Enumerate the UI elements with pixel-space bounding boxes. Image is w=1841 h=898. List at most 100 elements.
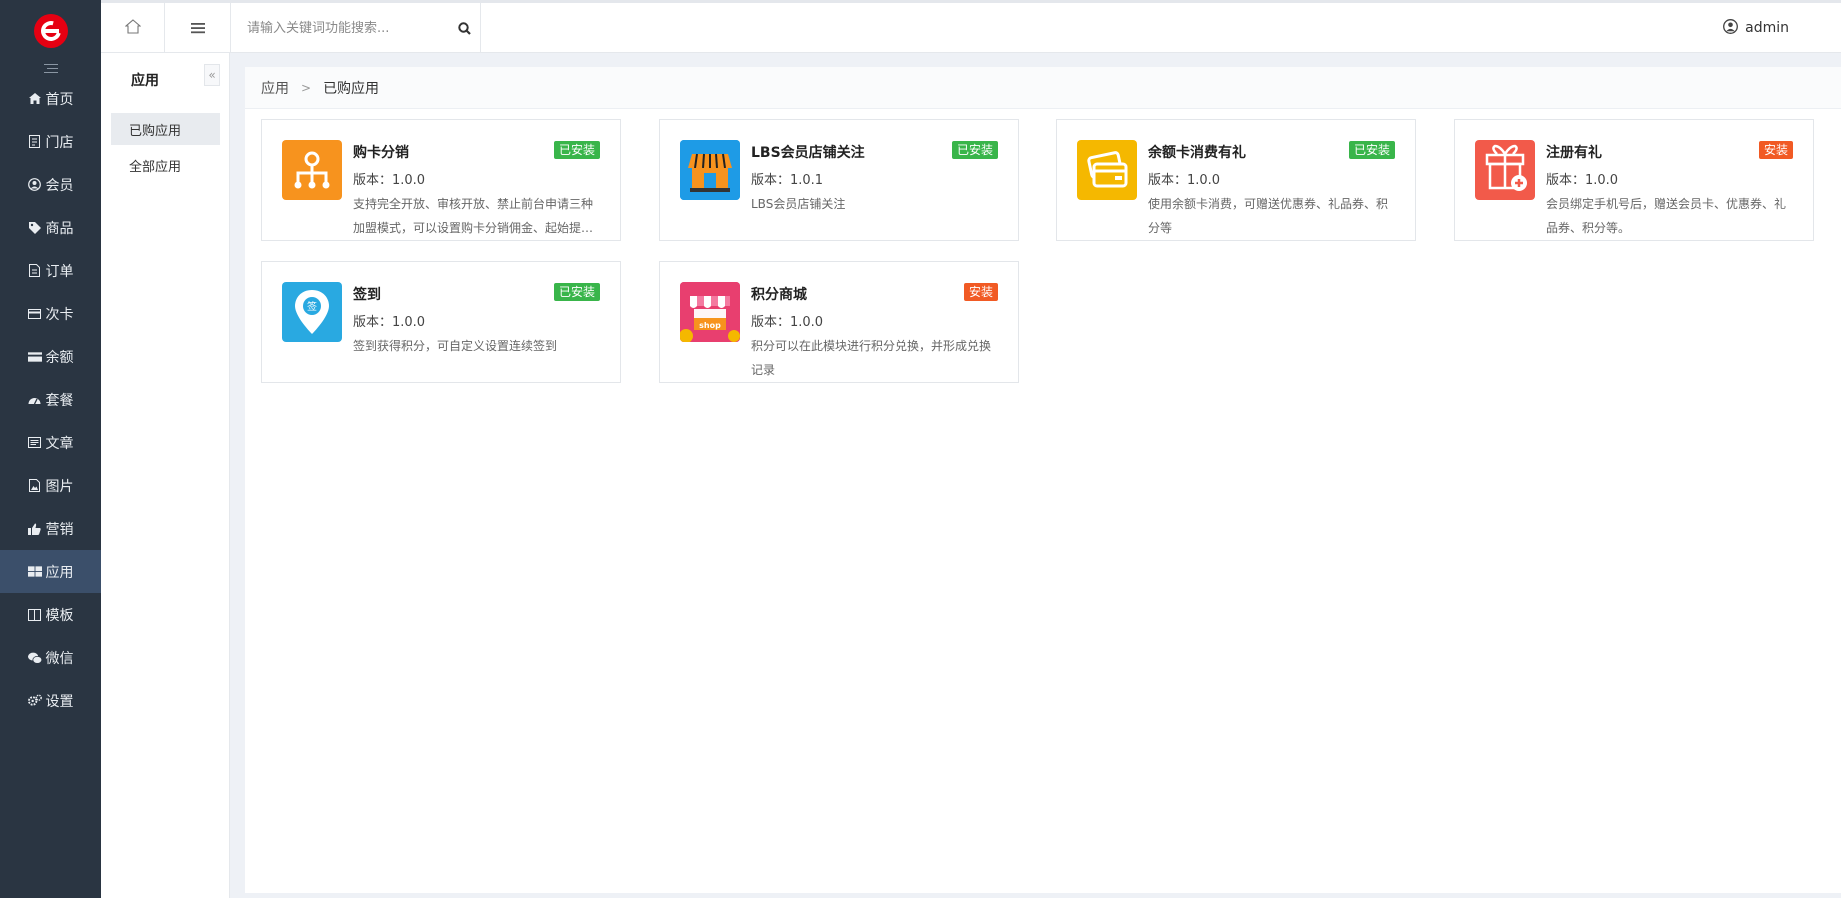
chevron-right-icon: > [301, 80, 312, 95]
sidebar-item-label: 图片 [45, 478, 74, 495]
top-header: admin [101, 0, 1841, 53]
sidebar-item-label: 文章 [45, 435, 74, 452]
thumbs-up-icon [28, 523, 42, 535]
main-sidebar: 首页 门店 会员 商品 订单 次卡 余额 套餐 文章 图片 营销 应用 模板 微… [0, 0, 101, 898]
status-badge[interactable]: 已安装 [553, 283, 600, 301]
menu-toggle-button[interactable] [165, 3, 231, 53]
app-description: 积分可以在此模块进行积分兑换，并形成兑换记录 [751, 339, 992, 377]
app-card-points-mall[interactable]: shop 积分商城 安装 版本：1.0.0 积分可以在此模块进行积分兑换，并形成… [659, 261, 1019, 383]
sidebar-item-label: 设置 [45, 693, 74, 710]
user-menu[interactable]: admin [1723, 3, 1789, 53]
wechat-icon [27, 652, 42, 664]
sidebar-item-settings[interactable]: 设置 [0, 679, 101, 722]
distribution-icon [282, 140, 342, 200]
sidebar-item-home[interactable]: 首页 [0, 77, 101, 120]
subnav-item-all-apps[interactable]: 全部应用 [111, 149, 220, 181]
app-card-register-gift[interactable]: 注册有礼 安装 版本：1.0.0 会员绑定手机号后，赠送会员卡、优惠券、礼品券、… [1454, 119, 1814, 241]
sidebar-item-order[interactable]: 订单 [0, 249, 101, 292]
shop-label: shop [699, 321, 721, 330]
app-version: 版本：1.0.1 [751, 173, 824, 188]
sidebar-item-label: 订单 [45, 263, 74, 280]
app-title: 注册有礼 [1546, 145, 1602, 161]
apps-grid-icon [27, 566, 42, 577]
sidebar-item-label: 次卡 [45, 306, 74, 323]
home-outline-icon [124, 18, 141, 38]
pin-text: 签 [307, 300, 317, 313]
app-version: 版本：1.0.0 [1148, 173, 1221, 188]
app-version: 版本：1.0.0 [1546, 173, 1619, 188]
double-chevron-left-icon: « [208, 68, 216, 82]
app-version: 版本：1.0.0 [353, 315, 426, 330]
sidebar-item-balance[interactable]: 余额 [0, 335, 101, 378]
sidebar-item-label: 套餐 [45, 392, 74, 409]
breadcrumb-current: 已购应用 [323, 80, 380, 97]
app-card-distribution[interactable]: 购卡分销 已安装 版本：1.0.0 支持完全开放、审核开放、禁止前台申请三种加盟… [261, 119, 621, 241]
sidebar-toggle-icon[interactable] [0, 59, 101, 77]
card-icon [28, 308, 42, 319]
tag-icon [28, 221, 42, 234]
app-card-checkin[interactable]: 签 签到 已安装 版本：1.0.0 签到获得积分，可自定义设置连续签到 [261, 261, 621, 383]
app-description: 签到获得积分，可自定义设置连续签到 [353, 339, 558, 353]
sidebar-item-apps[interactable]: 应用 [0, 550, 101, 593]
subnav-item-label: 已购应用 [129, 123, 182, 139]
sidebar-item-store[interactable]: 门店 [0, 120, 101, 163]
subnav-item-purchased[interactable]: 已购应用 [111, 113, 220, 145]
sidebar-item-template[interactable]: 模板 [0, 593, 101, 636]
app-description: 支持完全开放、审核开放、禁止前台申请三种加盟模式，可以设置购卡分销佣金、起始提现… [353, 197, 594, 235]
breadcrumb: 应用 > 已购应用 [245, 67, 1841, 109]
collapse-subnav-button[interactable]: « [204, 64, 220, 86]
store-icon [28, 135, 42, 148]
balance-icon [27, 351, 42, 362]
status-badge[interactable]: 已安装 [1348, 141, 1395, 159]
sidebar-item-wechat[interactable]: 微信 [0, 636, 101, 679]
status-badge[interactable]: 已安装 [553, 141, 600, 159]
app-title: 签到 [353, 287, 381, 303]
install-button[interactable]: 安装 [1758, 141, 1793, 159]
order-icon [28, 264, 42, 277]
sidebar-nav: 首页 门店 会员 商品 订单 次卡 余额 套餐 文章 图片 营销 应用 模板 微… [0, 77, 101, 722]
subnav-title: 应用 [131, 73, 159, 89]
home-button[interactable] [101, 3, 165, 53]
subnav-item-label: 全部应用 [129, 159, 182, 175]
sidebar-item-times-card[interactable]: 次卡 [0, 292, 101, 335]
sidebar-item-label: 首页 [45, 91, 74, 108]
app-description: 会员绑定手机号后，赠送会员卡、优惠券、礼品券、积分等。 [1546, 197, 1787, 235]
app-title: 购卡分销 [353, 145, 409, 161]
breadcrumb-root[interactable]: 应用 [261, 78, 289, 98]
app-version: 版本：1.0.0 [751, 315, 824, 330]
sidebar-item-label: 应用 [45, 564, 74, 581]
main-content: 应用 > 已购应用 购卡分销 已安装 版本：1.0.0 支持完全开放、审核开放、… [245, 67, 1841, 893]
sidebar-item-goods[interactable]: 商品 [0, 206, 101, 249]
secondary-sidebar: 应用 « 已购应用 全部应用 [101, 53, 230, 898]
sidebar-item-label: 商品 [45, 220, 74, 237]
app-description: LBS会员店铺关注 [751, 197, 846, 211]
sidebar-item-image[interactable]: 图片 [0, 464, 101, 507]
user-avatar-icon [1723, 18, 1739, 38]
app-title: 积分商城 [751, 287, 807, 303]
sidebar-item-article[interactable]: 文章 [0, 421, 101, 464]
app-card-lbs[interactable]: LBS会员店铺关注 已安装 版本：1.0.1 LBS会员店铺关注 [659, 119, 1019, 241]
sidebar-item-label: 微信 [45, 650, 74, 667]
sidebar-item-label: 余额 [45, 349, 74, 366]
home-icon [28, 93, 42, 104]
sidebar-item-package[interactable]: 套餐 [0, 378, 101, 421]
sidebar-item-label: 门店 [45, 134, 74, 151]
status-badge[interactable]: 已安装 [951, 141, 998, 159]
app-card-balance-gift[interactable]: 余额卡消费有礼 已安装 版本：1.0.0 使用余额卡消费，可赠送优惠券、礼品券、… [1056, 119, 1416, 241]
sidebar-item-marketing[interactable]: 营销 [0, 507, 101, 550]
brand-logo-icon [33, 14, 68, 48]
brand-logo[interactable] [0, 3, 101, 59]
wallet-card-icon [1077, 140, 1137, 200]
package-icon [28, 394, 42, 405]
app-version: 版本：1.0.0 [353, 173, 426, 188]
settings-gears-icon [27, 694, 42, 707]
sidebar-item-member[interactable]: 会员 [0, 163, 101, 206]
template-icon [28, 608, 42, 621]
search-icon[interactable] [452, 16, 476, 40]
sidebar-item-label: 会员 [45, 177, 74, 194]
checkin-pin-icon: 签 [282, 282, 342, 342]
storefront-icon [680, 140, 740, 200]
sidebar-item-label: 营销 [45, 521, 74, 538]
install-button[interactable]: 安装 [963, 283, 998, 301]
search-input[interactable] [247, 13, 452, 43]
